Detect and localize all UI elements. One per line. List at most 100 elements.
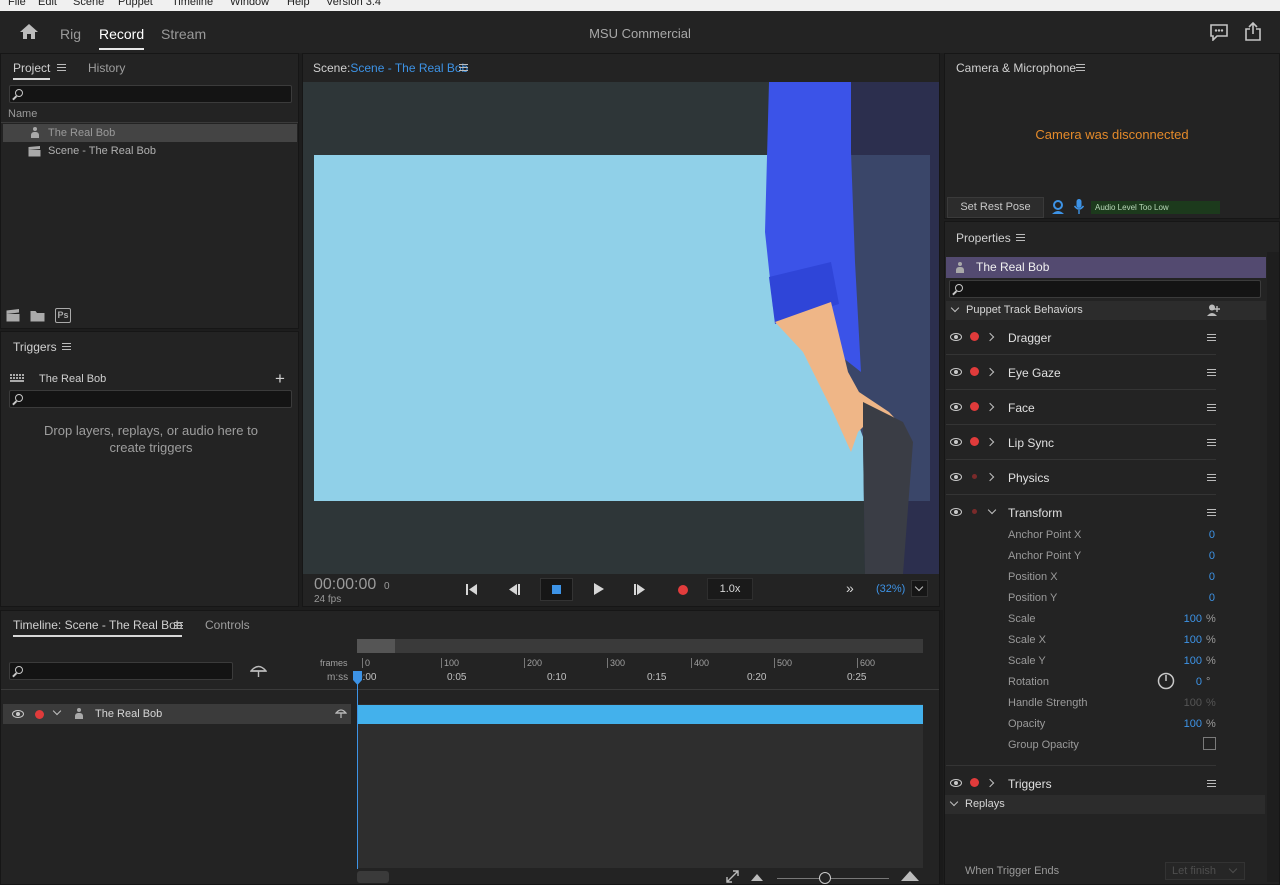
timeline-scrollbar-right[interactable] [940, 610, 943, 885]
behavior-row-physics[interactable]: Physics [946, 466, 1216, 488]
menu-puppet[interactable]: Puppet [118, 0, 153, 8]
prop-scale-x-value[interactable]: 100 [1162, 634, 1202, 646]
microphone-icon[interactable] [1074, 199, 1084, 214]
behavior-menu-icon[interactable] [1207, 404, 1216, 411]
behavior-row-dragger[interactable]: Dragger [946, 326, 1216, 348]
eye-icon[interactable] [950, 333, 962, 341]
project-item-puppet[interactable]: The Real Bob [3, 124, 297, 142]
replays-section-header[interactable]: Replays [945, 795, 1265, 814]
chevron-down-icon[interactable] [987, 505, 997, 515]
menu-window[interactable]: Window [230, 0, 269, 8]
timeline-menu-icon[interactable] [174, 622, 183, 629]
record-arm-icon[interactable] [972, 474, 977, 479]
timeline-work-area-bar[interactable] [357, 639, 923, 653]
record-arm-icon[interactable] [970, 437, 979, 446]
folder-icon[interactable] [30, 310, 45, 322]
more-controls-icon[interactable]: » [846, 580, 854, 596]
project-search-input[interactable] [9, 85, 292, 103]
eye-icon[interactable] [950, 438, 962, 446]
prop-opacity-value[interactable]: 100 [1162, 718, 1202, 730]
behavior-menu-icon[interactable] [1207, 369, 1216, 376]
behavior-menu-icon[interactable] [1207, 439, 1216, 446]
behavior-menu-icon[interactable] [1207, 474, 1216, 481]
set-rest-pose-button[interactable]: Set Rest Pose [947, 197, 1044, 218]
chevron-right-icon[interactable] [985, 332, 995, 342]
record-arm-icon[interactable] [972, 509, 977, 514]
menu-file[interactable]: File [8, 0, 26, 8]
add-behavior-icon[interactable] [1207, 304, 1221, 316]
record-arm-icon[interactable] [35, 710, 44, 719]
project-menu-icon[interactable] [57, 64, 66, 71]
tab-controls[interactable]: Controls [205, 618, 250, 632]
record-arm-icon[interactable] [970, 332, 979, 341]
track-clip-bar[interactable] [357, 705, 923, 724]
timeline-track-area[interactable] [357, 704, 923, 868]
zoom-in-mountain-icon[interactable] [901, 871, 919, 881]
behavior-menu-icon[interactable] [1207, 334, 1216, 341]
play-icon[interactable] [594, 583, 604, 595]
menu-edit[interactable]: Edit [38, 0, 57, 8]
prop-position-y-value[interactable]: 0 [1175, 592, 1215, 604]
track-puppet-icon[interactable] [335, 708, 347, 719]
playhead-handle-icon[interactable] [353, 671, 362, 685]
eye-icon[interactable] [950, 508, 962, 516]
record-arm-icon[interactable] [970, 778, 979, 787]
stop-button[interactable] [540, 578, 573, 601]
puppet-track-behaviors-header[interactable]: Puppet Track Behaviors [946, 301, 1266, 320]
new-scene-icon[interactable] [6, 309, 20, 322]
chevron-right-icon[interactable] [985, 472, 995, 482]
timeline-horizontal-scrollbar[interactable] [357, 871, 389, 883]
step-forward-icon[interactable] [634, 584, 646, 595]
feedback-icon[interactable] [1210, 24, 1228, 41]
puppet-track-icon[interactable] [250, 664, 267, 678]
tab-project[interactable]: Project [13, 61, 51, 80]
behavior-menu-icon[interactable] [1207, 780, 1216, 787]
go-to-start-icon[interactable] [466, 584, 478, 595]
photoshop-icon[interactable]: Ps [55, 308, 71, 323]
triggers-menu-icon[interactable] [62, 343, 71, 350]
scene-stage[interactable] [303, 82, 939, 574]
let-finish-dropdown[interactable]: Let finish [1165, 862, 1245, 880]
properties-menu-icon[interactable] [1016, 234, 1025, 241]
properties-search-input[interactable] [949, 280, 1261, 298]
record-arm-icon[interactable] [970, 367, 979, 376]
behavior-row-eye-gaze[interactable]: Eye Gaze [946, 361, 1216, 383]
behavior-row-transform[interactable]: Transform [946, 501, 1216, 523]
track-header[interactable]: The Real Bob [3, 704, 351, 724]
chevron-right-icon[interactable] [985, 402, 995, 412]
tab-timeline[interactable]: Timeline: Scene - The Real Bob [13, 618, 183, 637]
chevron-right-icon[interactable] [985, 778, 995, 788]
chevron-down-icon[interactable] [52, 706, 62, 716]
prop-position-x-value[interactable]: 0 [1175, 571, 1215, 583]
scene-menu-icon[interactable] [459, 64, 468, 71]
menu-timeline[interactable]: Timeline [172, 0, 213, 8]
menu-scene[interactable]: Scene [73, 0, 104, 8]
menu-help[interactable]: Help [287, 0, 310, 8]
prop-scale-value[interactable]: 100 [1162, 613, 1202, 625]
share-icon[interactable] [1244, 22, 1262, 41]
camera-menu-icon[interactable] [1076, 64, 1085, 71]
eye-icon[interactable] [950, 368, 962, 376]
project-item-scene[interactable]: Scene - The Real Bob [3, 143, 297, 161]
timeline-search-input[interactable] [9, 662, 233, 680]
group-opacity-checkbox[interactable] [1203, 737, 1216, 750]
eye-icon[interactable] [950, 473, 962, 481]
fit-to-window-icon[interactable] [726, 870, 739, 883]
behavior-row-triggers[interactable]: Triggers [946, 772, 1216, 794]
timeline-zoom-slider-track[interactable] [777, 878, 889, 879]
scene-name-link[interactable]: Scene - The Real Bob [350, 61, 468, 75]
behavior-menu-icon[interactable] [1207, 509, 1216, 516]
project-column-name[interactable]: Name [8, 108, 37, 120]
eye-icon[interactable] [950, 779, 962, 787]
timeline-zoom-slider-thumb[interactable] [819, 872, 831, 884]
playback-speed[interactable]: 1.0x [707, 578, 753, 600]
prop-scale-y-value[interactable]: 100 [1162, 655, 1202, 667]
behavior-row-face[interactable]: Face [946, 396, 1216, 418]
step-back-icon[interactable] [508, 584, 520, 595]
zoom-dropdown[interactable] [911, 580, 928, 597]
prop-rotation-value[interactable]: 0 [1162, 676, 1202, 688]
zoom-out-mountain-icon[interactable] [751, 874, 763, 881]
eye-icon[interactable] [12, 710, 24, 718]
properties-scrollbar[interactable] [1267, 252, 1279, 882]
zoom-level[interactable]: (32%) [876, 583, 905, 595]
